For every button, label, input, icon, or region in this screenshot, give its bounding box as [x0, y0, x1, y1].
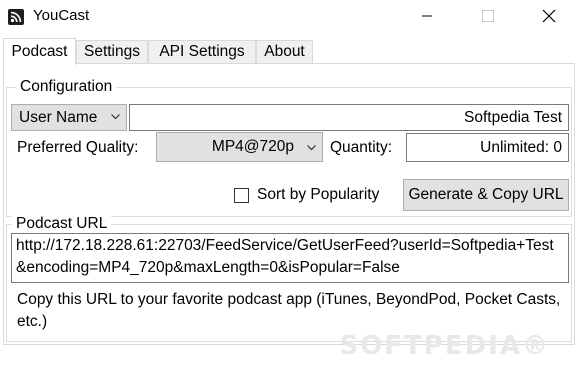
generate-copy-url-button[interactable]: Generate & Copy URL — [403, 179, 569, 211]
user-name-combo-label: User Name — [19, 109, 98, 126]
minimize-icon — [422, 15, 432, 17]
user-name-input[interactable]: Softpedia Test — [129, 104, 569, 131]
tab-api-settings[interactable]: API Settings — [148, 40, 256, 64]
maximize-button[interactable] — [465, 0, 511, 32]
preferred-quality-select[interactable]: MP4@720p — [156, 132, 323, 162]
app-window: YouCast Podcast Settings API Settings Ab… — [0, 0, 578, 379]
quantity-label: Quantity: — [330, 139, 393, 156]
tab-settings[interactable]: Settings — [76, 40, 148, 64]
maximize-icon — [482, 10, 494, 22]
sort-by-popularity-checkbox[interactable] — [234, 188, 249, 203]
chevron-down-icon — [111, 114, 120, 120]
podcast-url-description: Copy this URL to your favorite podcast a… — [17, 291, 561, 330]
podcast-url-group-label: Podcast URL — [12, 215, 112, 233]
preferred-quality-label: Preferred Quality: — [17, 139, 139, 156]
tab-about[interactable]: About — [256, 40, 313, 64]
configuration-group-label: Configuration — [16, 78, 117, 96]
close-icon — [542, 9, 556, 23]
watermark-logo: SOFTPEDIA® — [339, 331, 550, 361]
tab-strip: Podcast Settings API Settings About — [0, 38, 578, 65]
title-bar[interactable]: YouCast — [0, 0, 578, 34]
window-title: YouCast — [33, 7, 90, 24]
sort-by-popularity-label[interactable]: Sort by Popularity — [257, 186, 379, 204]
chevron-down-icon — [307, 145, 316, 151]
minimize-button[interactable] — [404, 0, 450, 32]
quantity-input[interactable]: Unlimited: 0 — [406, 133, 569, 162]
preferred-quality-value: MP4@720p — [211, 138, 294, 155]
user-name-combo[interactable]: User Name — [11, 104, 127, 131]
tab-podcast[interactable]: Podcast — [3, 38, 76, 65]
podcast-url-field[interactable]: http://172.18.228.61:22703/FeedService/G… — [11, 233, 569, 283]
close-button[interactable] — [526, 0, 572, 32]
rss-feed-icon — [8, 9, 24, 25]
